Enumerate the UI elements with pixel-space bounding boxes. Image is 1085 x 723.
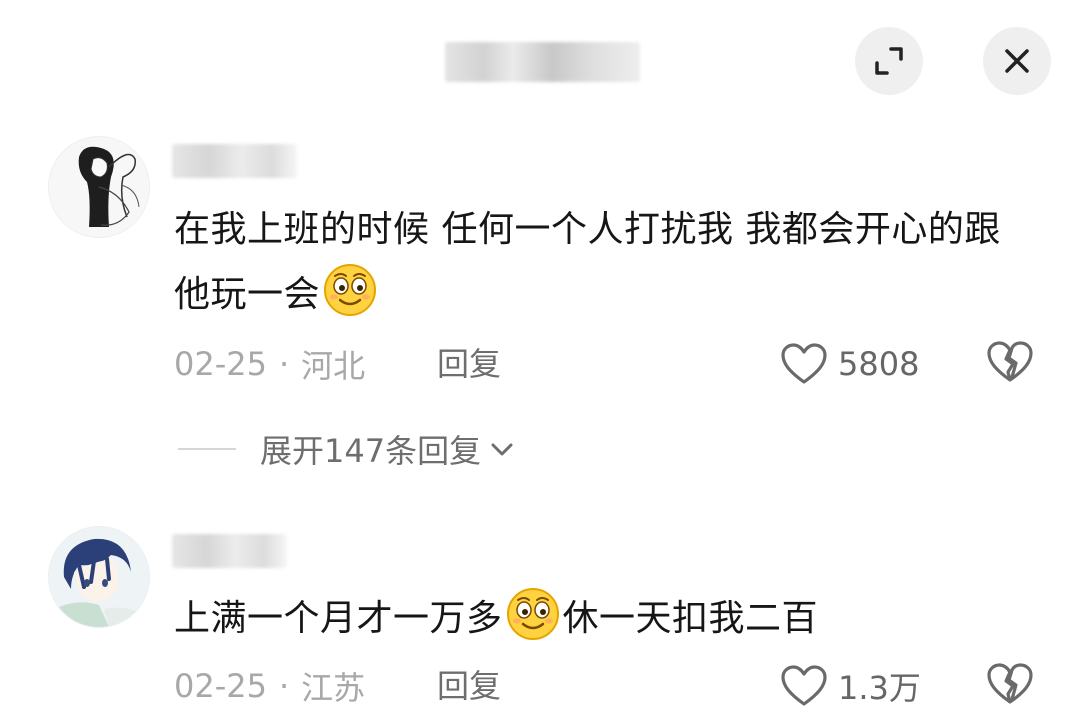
close-icon [1005,49,1029,73]
comment-location: 河北 [301,347,366,385]
like-count: 5808 [838,345,920,383]
comment-text-content-part1: 上满一个月才一万多 [174,598,503,639]
chevron-down-icon [491,443,513,456]
comment-meta: 02-25 · 河北 [174,342,365,386]
comment-text: 在我上班的时候 任何一个人打扰我 我都会开心的跟他玩一会 [174,198,1034,327]
smirk-face-emoji [324,264,377,316]
panel-title-blurred [445,42,640,82]
broken-heart-icon [987,663,1033,704]
comment-date: 02-25 [174,667,267,705]
meta-separator: · [278,667,290,705]
expand-replies-button[interactable]: 展开147条回复 [178,425,517,473]
broken-heart-icon [987,341,1033,382]
reply-button[interactable]: 回复 [437,664,501,708]
avatar-illustration-boy [49,527,149,627]
heart-icon [781,343,827,384]
avatar[interactable] [48,526,150,628]
username-blurred[interactable] [172,534,287,568]
comment-text-content: 在我上班的时候 任何一个人打扰我 我都会开心的跟他玩一会 [174,209,1001,315]
reply-button[interactable]: 回复 [437,342,501,386]
comment-location: 江苏 [301,669,366,707]
dislike-button[interactable] [986,340,1034,388]
like-button[interactable]: 1.3万 [780,662,921,710]
like-count: 1.3万 [838,669,921,707]
close-button[interactable] [983,27,1051,95]
username-blurred[interactable] [172,144,297,178]
dislike-button[interactable] [986,662,1034,710]
avatar[interactable] [48,136,150,238]
smirk-face-emoji [506,588,559,640]
expand-replies-label: 展开147条回复 [260,432,482,470]
expand-icon [875,47,903,75]
meta-separator: · [278,345,290,383]
expand-button[interactable] [855,27,923,95]
avatar-illustration-girl [49,137,149,237]
divider-line [178,448,236,450]
heart-icon [781,665,827,706]
comment-date: 02-25 [174,345,267,383]
like-button[interactable]: 5808 [780,340,919,388]
comment-text: 上满一个月才一万多 休一天扣我二百 [174,586,1034,651]
comment-text-content-part2: 休一天扣我二百 [562,598,819,639]
comment-meta: 02-25 · 江苏 [174,664,365,708]
